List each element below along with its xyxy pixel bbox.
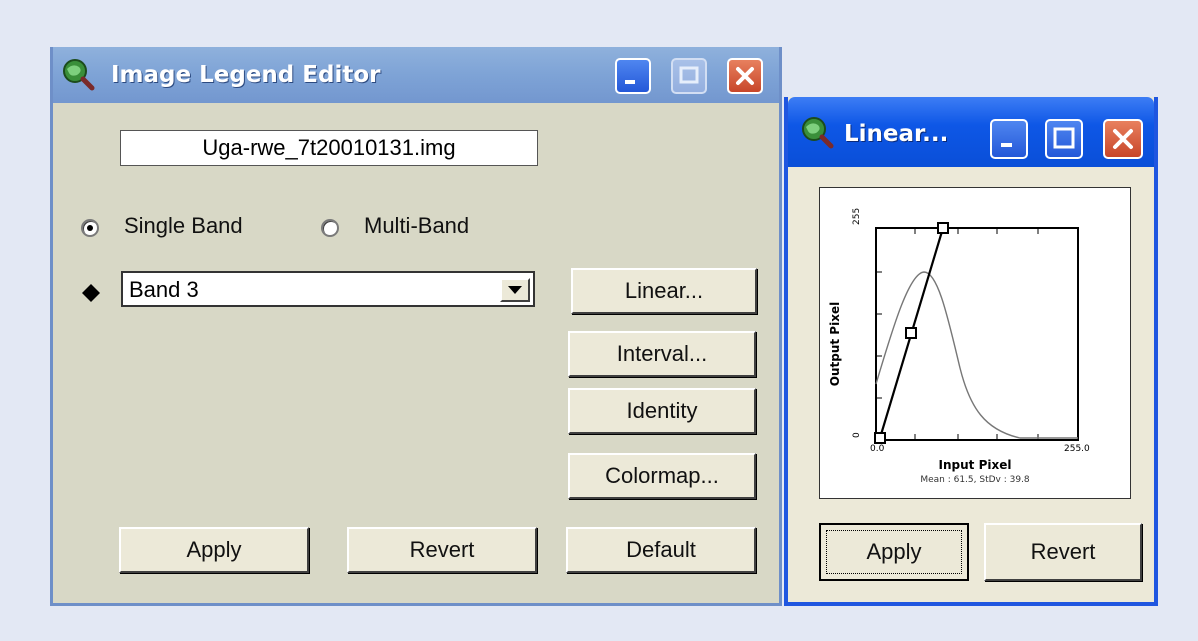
window-title: Image Legend Editor — [111, 62, 381, 88]
linear-dialog-window: Linear... Output Pixel 255 0 0.0 255.0 I… — [784, 97, 1158, 606]
image-legend-editor-window: Image Legend Editor Uga-rwe_7t20010131.i… — [50, 47, 782, 606]
band-select[interactable]: Band 3 — [121, 271, 535, 307]
focus-rect — [826, 530, 962, 574]
app-globe-icon — [63, 59, 95, 91]
apply-button[interactable]: Apply — [119, 527, 309, 573]
maximize-icon — [679, 66, 699, 84]
minimize-button[interactable] — [615, 58, 651, 94]
maximize-button[interactable] — [1045, 119, 1083, 159]
linear-button[interactable]: Linear... — [571, 268, 757, 314]
control-point-low[interactable] — [874, 432, 886, 444]
revert-button[interactable]: Revert — [347, 527, 537, 573]
control-point-mid[interactable] — [905, 327, 917, 339]
colormap-button[interactable]: Colormap... — [568, 453, 756, 499]
histogram-curve — [875, 271, 1078, 439]
close-button[interactable] — [727, 58, 763, 94]
close-icon — [736, 67, 754, 85]
y-min-tick: 0 — [852, 432, 862, 438]
single-band-label: Single Band — [124, 213, 243, 238]
interval-button[interactable]: Interval... — [568, 331, 756, 377]
x-min-tick: 0.0 — [870, 444, 885, 454]
app-globe-icon — [802, 117, 834, 149]
band-select-value: Band 3 — [129, 277, 199, 302]
x-axis-label: Input Pixel — [938, 458, 1012, 472]
tick-marks — [876, 228, 1039, 440]
single-band-radio[interactable] — [81, 219, 99, 237]
default-button[interactable]: Default — [566, 527, 756, 573]
minimize-button[interactable] — [990, 119, 1028, 159]
minimize-icon — [625, 80, 635, 84]
diamond-icon — [82, 284, 100, 302]
close-icon — [1113, 129, 1133, 149]
multi-band-label: Multi-Band — [364, 213, 470, 238]
maximize-icon — [1053, 127, 1075, 149]
maximize-button[interactable] — [671, 58, 707, 94]
y-axis-label: Output Pixel — [828, 301, 842, 387]
dropdown-button[interactable] — [500, 278, 530, 302]
linear-apply-button[interactable]: Apply — [819, 523, 969, 581]
chevron-down-icon — [508, 286, 522, 294]
linear-revert-button[interactable]: Revert — [984, 523, 1142, 581]
transfer-function-plot[interactable]: Output Pixel 255 0 0.0 255.0 Input Pixel… — [819, 187, 1131, 499]
close-button[interactable] — [1103, 119, 1143, 159]
identity-button[interactable]: Identity — [568, 388, 756, 434]
title-bar[interactable]: Image Legend Editor — [53, 47, 779, 103]
filename-field[interactable]: Uga-rwe_7t20010131.img — [120, 130, 538, 166]
y-max-tick: 255 — [852, 207, 862, 225]
window-title: Linear... — [844, 121, 949, 147]
title-bar[interactable]: Linear... — [788, 97, 1154, 167]
x-max-tick: 255.0 — [1064, 444, 1090, 454]
multi-band-radio[interactable] — [321, 219, 339, 237]
stats-text: Mean : 61.5, StDv : 39.8 — [920, 475, 1030, 485]
control-point-high[interactable] — [937, 222, 949, 234]
minimize-icon — [1001, 143, 1012, 147]
